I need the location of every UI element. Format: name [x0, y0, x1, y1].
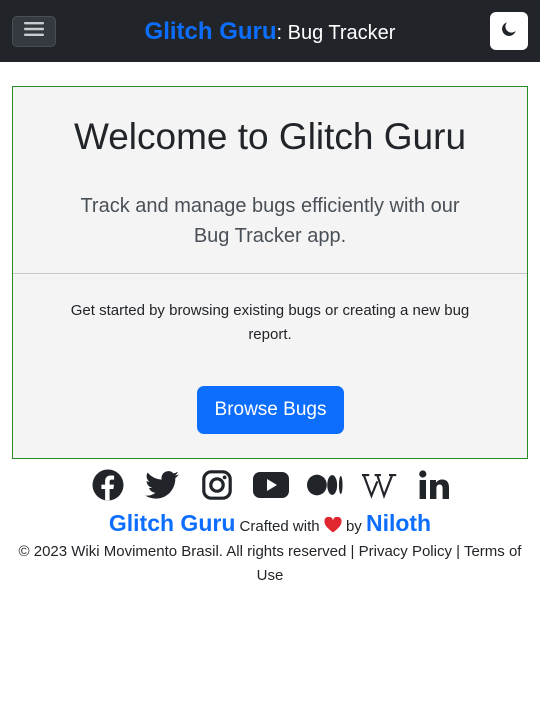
moon-icon: [501, 21, 517, 42]
top-navbar: Glitch Guru: Bug Tracker: [0, 0, 540, 62]
instagram-icon[interactable]: [199, 467, 235, 503]
author-link[interactable]: Niloth: [366, 510, 431, 536]
wikipedia-icon[interactable]: [361, 467, 398, 503]
navbar-brand[interactable]: Glitch Guru: Bug Tracker: [0, 17, 540, 48]
browse-bugs-button[interactable]: Browse Bugs: [197, 386, 344, 434]
social-links: [90, 466, 452, 504]
hero-title: Welcome to Glitch Guru: [73, 116, 467, 157]
hero-lead: Track and manage bugs efficiently with o…: [80, 195, 460, 247]
facebook-icon[interactable]: [90, 467, 126, 503]
brand-name: Glitch Guru: [144, 18, 277, 45]
privacy-policy-link[interactable]: Privacy Policy: [359, 543, 452, 560]
youtube-icon[interactable]: [252, 467, 289, 503]
hero-text: Get started by browsing existing bugs or…: [70, 302, 470, 343]
by-text: by: [345, 518, 362, 535]
brand-subtitle: : Bug Tracker: [276, 22, 396, 44]
separator: |: [456, 543, 461, 560]
footer-brand[interactable]: Glitch Guru: [109, 510, 236, 536]
hero-divider: [13, 273, 527, 274]
twitter-icon[interactable]: [144, 467, 180, 503]
footer-credit: Glitch Guru Crafted with by Niloth: [0, 508, 540, 544]
medium-icon[interactable]: [307, 467, 343, 503]
theme-toggle-button[interactable]: [490, 12, 528, 50]
linkedin-icon[interactable]: [416, 467, 452, 503]
hero-section: Welcome to Glitch Guru Track and manage …: [12, 86, 528, 459]
copyright-line: © 2023 Wiki Movimento Brasil. All rights…: [10, 540, 530, 588]
copyright-text: © 2023 Wiki Movimento Brasil. All rights…: [18, 543, 347, 560]
separator: |: [350, 543, 355, 560]
crafted-with-text: Crafted with: [239, 518, 320, 535]
